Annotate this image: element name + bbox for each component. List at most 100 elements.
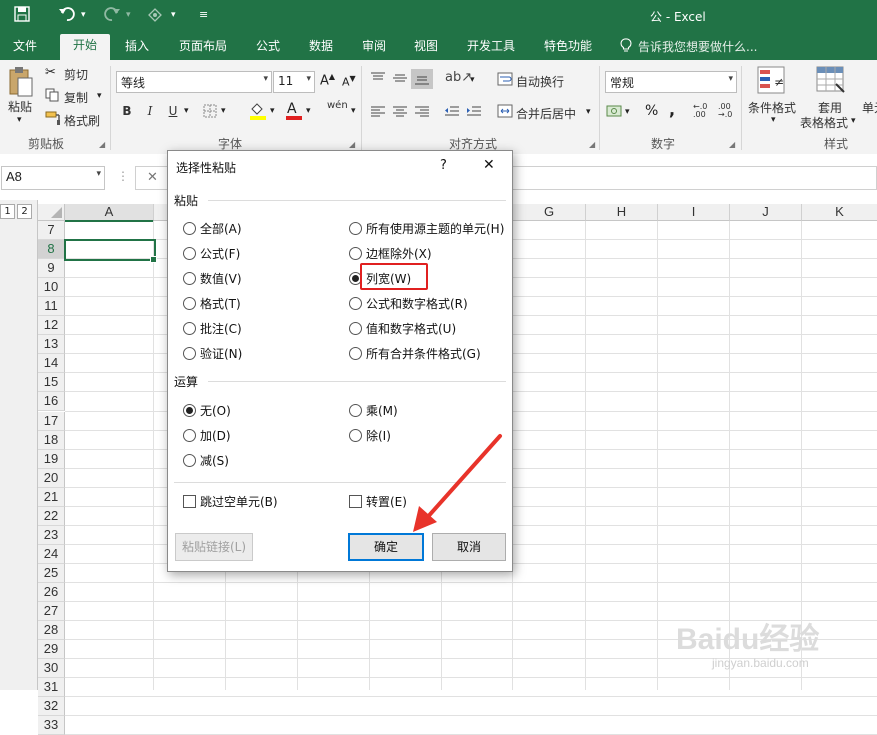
fill-color-icon[interactable]: [249, 101, 267, 124]
paste-option-radio[interactable]: [349, 322, 362, 335]
operation-option-label[interactable]: 加(D): [200, 427, 231, 444]
save-icon[interactable]: [14, 6, 30, 26]
paste-option-label[interactable]: 公式(F): [200, 245, 240, 262]
formula-bar-splitter-icon[interactable]: ⋮: [117, 169, 129, 183]
orientation-icon[interactable]: ab↗: [445, 70, 472, 85]
tab-home[interactable]: 开始: [60, 34, 110, 60]
transpose-checkbox[interactable]: [349, 495, 362, 508]
accounting-dropdown-icon[interactable]: ▾: [625, 107, 630, 117]
column-header-J[interactable]: J: [730, 204, 802, 221]
number-format-select[interactable]: 常规 ▾: [605, 71, 737, 93]
phonetic-dropdown-icon[interactable]: ▾: [351, 106, 356, 116]
row-header-22[interactable]: 22: [38, 506, 65, 526]
operation-option-radio[interactable]: [349, 429, 362, 442]
align-bottom-icon[interactable]: [411, 69, 433, 89]
paste-option-radio[interactable]: [183, 297, 196, 310]
outline-level-2[interactable]: 2: [17, 204, 32, 219]
paste-option-label[interactable]: 所有使用源主题的单元(H): [366, 220, 504, 237]
cut-button[interactable]: 剪切: [64, 66, 88, 83]
row-header-32[interactable]: 32: [38, 697, 65, 717]
increase-font-icon[interactable]: A▲: [320, 72, 335, 88]
decrease-font-icon[interactable]: A▼: [342, 74, 356, 89]
active-cell-A8[interactable]: [64, 239, 156, 261]
operation-option-radio[interactable]: [183, 429, 196, 442]
row-header-21[interactable]: 21: [38, 487, 65, 507]
paste-option-label[interactable]: 验证(N): [200, 345, 242, 362]
paste-dropdown-icon[interactable]: ▾: [17, 115, 22, 125]
alignment-launcher-icon[interactable]: ◢: [589, 140, 595, 149]
align-right-icon[interactable]: [414, 105, 430, 120]
help-button[interactable]: ?: [440, 158, 447, 173]
tab-developer[interactable]: 开发工具: [465, 36, 517, 60]
paste-option-radio[interactable]: [349, 297, 362, 310]
row-header-17[interactable]: 17: [38, 411, 65, 431]
undo-icon[interactable]: [58, 6, 76, 26]
underline-dropdown-icon[interactable]: ▾: [184, 106, 189, 116]
align-middle-icon[interactable]: [392, 72, 408, 87]
tab-data[interactable]: 数据: [307, 36, 335, 60]
tab-view[interactable]: 视图: [412, 36, 440, 60]
accounting-format-icon[interactable]: [606, 104, 622, 121]
font-color-dropdown-icon[interactable]: ▾: [306, 106, 311, 116]
close-icon[interactable]: ✕: [483, 157, 495, 173]
paste-option-radio[interactable]: [349, 247, 362, 260]
row-header-9[interactable]: 9: [38, 259, 65, 279]
font-name-select[interactable]: 等线 ▾: [116, 71, 272, 93]
bold-button[interactable]: B: [118, 102, 136, 120]
merge-center-button[interactable]: 合并后居中: [516, 105, 576, 122]
outline-level-1[interactable]: 1: [0, 204, 15, 219]
operation-option-radio[interactable]: [183, 454, 196, 467]
row-header-26[interactable]: 26: [38, 582, 65, 602]
increase-indent-icon[interactable]: [466, 105, 482, 120]
comma-style-button[interactable]: ,: [669, 100, 675, 119]
row-header-24[interactable]: 24: [38, 544, 65, 564]
fill-handle[interactable]: [150, 256, 157, 263]
copy-dropdown-icon[interactable]: ▾: [97, 91, 102, 101]
format-painter-button[interactable]: 格式刷: [64, 112, 100, 129]
operation-option-radio[interactable]: [183, 404, 196, 417]
tab-file[interactable]: 文件: [11, 36, 39, 60]
underline-button[interactable]: U: [164, 102, 182, 120]
paste-option-label[interactable]: 所有合并条件格式(G): [366, 345, 481, 362]
select-all-corner[interactable]: [38, 204, 65, 221]
paste-option-label[interactable]: 公式和数字格式(R): [366, 295, 468, 312]
paste-option-label[interactable]: 值和数字格式(U): [366, 320, 456, 337]
formula-cancel-button[interactable]: ✕: [135, 166, 169, 190]
operation-option-label[interactable]: 除(I): [366, 427, 391, 444]
paste-option-radio[interactable]: [349, 222, 362, 235]
paste-option-label[interactable]: 全部(A): [200, 220, 242, 237]
row-header-25[interactable]: 25: [38, 563, 65, 583]
row-header-7[interactable]: 7: [38, 221, 65, 241]
number-launcher-icon[interactable]: ◢: [729, 140, 735, 149]
paste-option-radio[interactable]: [183, 247, 196, 260]
row-header-33[interactable]: 33: [38, 716, 65, 735]
column-header-A[interactable]: A: [65, 204, 154, 222]
tell-me-search[interactable]: 告诉我您想要做什么...: [638, 38, 757, 55]
paste-option-radio[interactable]: [183, 322, 196, 335]
fill-color-dropdown-icon[interactable]: ▾: [270, 106, 275, 116]
tab-formulas[interactable]: 公式: [254, 36, 282, 60]
row-header-16[interactable]: 16: [38, 392, 65, 412]
skip-blanks-label[interactable]: 跳过空单元(B): [200, 493, 278, 510]
column-header-H[interactable]: H: [586, 204, 658, 221]
decrease-indent-icon[interactable]: [444, 105, 460, 120]
column-header-I[interactable]: I: [658, 204, 730, 221]
touch-dropdown-icon[interactable]: ▾: [171, 10, 176, 20]
customize-qat-icon[interactable]: ≡: [199, 8, 208, 21]
row-header-8[interactable]: 8: [38, 240, 66, 260]
paste-option-label[interactable]: 批注(C): [200, 320, 242, 337]
transpose-label[interactable]: 转置(E): [366, 493, 407, 510]
wrap-text-button[interactable]: 自动换行: [516, 73, 564, 90]
row-header-28[interactable]: 28: [38, 621, 65, 641]
conditional-format-button[interactable]: 条件格式: [748, 99, 796, 116]
italic-button[interactable]: I: [141, 102, 159, 120]
font-color-icon[interactable]: A: [285, 101, 303, 124]
tab-special-features[interactable]: 特色功能: [542, 36, 594, 60]
phonetic-guide-icon[interactable]: wén: [327, 100, 348, 111]
clipboard-launcher-icon[interactable]: ◢: [99, 140, 105, 149]
percent-style-button[interactable]: %: [645, 103, 658, 119]
merge-dropdown-icon[interactable]: ▾: [586, 107, 591, 117]
column-header-K[interactable]: K: [802, 204, 877, 221]
orientation-dropdown-icon[interactable]: ▾: [470, 75, 475, 85]
align-center-icon[interactable]: [392, 105, 408, 120]
